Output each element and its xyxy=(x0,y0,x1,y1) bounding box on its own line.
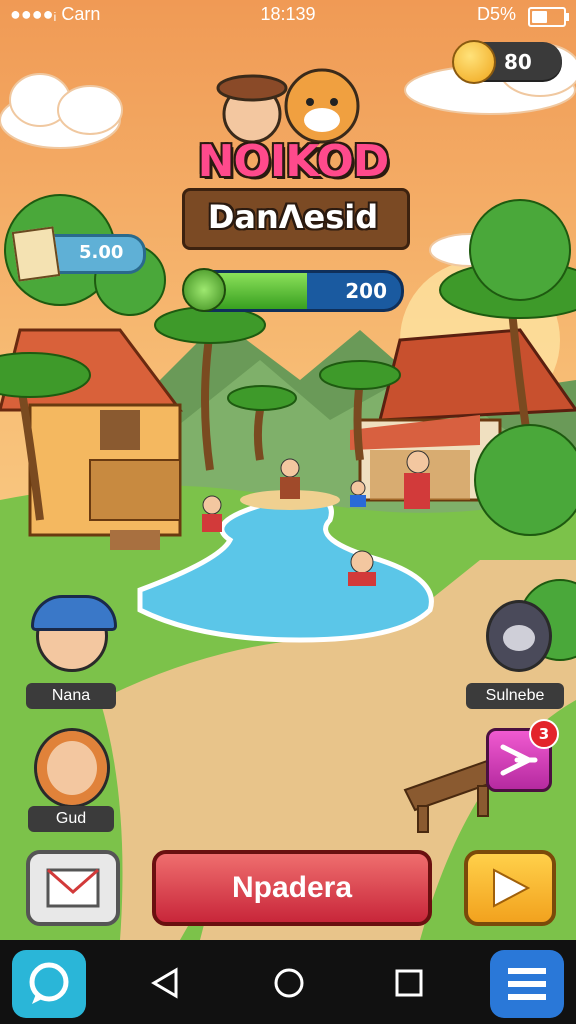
character-name-tag: Sulnebe xyxy=(466,683,564,709)
book-icon xyxy=(11,226,61,282)
chat-bubble-icon xyxy=(29,962,69,1004)
character-name-tag: Gud xyxy=(28,806,114,832)
logo-subtitle: DanΛesid xyxy=(207,198,379,236)
coin-amount: 80 xyxy=(504,50,532,74)
mail-button[interactable] xyxy=(26,850,120,926)
recents-icon[interactable] xyxy=(394,968,424,998)
character-avatar-nana[interactable] xyxy=(31,595,117,672)
play-button[interactable] xyxy=(464,850,556,926)
game-logo: NOIKOD DanΛesid xyxy=(182,68,410,250)
back-icon[interactable] xyxy=(150,966,180,1000)
main-action-button[interactable]: Npadera xyxy=(152,850,432,926)
energy-counter[interactable]: 5.00 xyxy=(11,226,146,282)
energy-amount: 5.00 xyxy=(79,242,124,263)
bear-face-icon xyxy=(503,625,535,651)
mail-icon xyxy=(46,868,100,908)
leaf-icon xyxy=(182,268,226,312)
coin-counter[interactable]: 80 xyxy=(452,40,562,84)
xp-progress-value: 200 xyxy=(345,279,387,303)
menu-button[interactable] xyxy=(490,950,564,1018)
character-avatar-sulnebe[interactable] xyxy=(486,600,552,672)
menu-icon xyxy=(508,968,546,1000)
logo-title: NOIKOD xyxy=(197,136,390,187)
arrow-burst-icon xyxy=(500,744,538,776)
chat-app-button[interactable] xyxy=(12,950,86,1018)
battery-icon xyxy=(528,7,569,27)
hat-icon xyxy=(31,595,117,631)
notification-badge: 3 xyxy=(529,719,559,749)
character-avatar-gud[interactable] xyxy=(34,728,110,808)
character-name-tag: Nana xyxy=(26,683,116,709)
mascot-art xyxy=(216,68,360,144)
battery-percent: D5% xyxy=(476,4,516,24)
play-icon xyxy=(493,868,530,908)
coin-icon xyxy=(452,40,496,84)
home-icon[interactable] xyxy=(272,966,306,1000)
special-offer-button[interactable]: 3 xyxy=(486,719,559,792)
status-bar: ●●●●ᵢ Carn 18:139 D5% xyxy=(0,0,576,30)
